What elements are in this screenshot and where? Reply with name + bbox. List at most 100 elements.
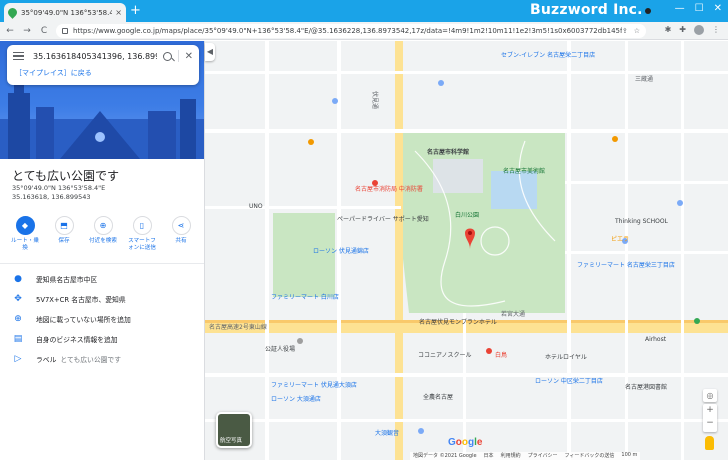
region-link[interactable]: 日本 (484, 452, 494, 460)
back-button[interactable]: ← (3, 26, 17, 36)
add-place-icon: ⊕ (14, 314, 22, 324)
url-text[interactable]: https://www.google.co.jp/maps/place/35°0… (73, 27, 622, 35)
coords-decimal: 35.163618, 136.899543 (12, 193, 91, 201)
address-row[interactable]: ● 愛知県名古屋市中区 (0, 269, 204, 289)
museum-building (491, 171, 537, 209)
map-label-science-museum: 名古屋市科学館 (427, 148, 469, 156)
map-label-zennoh: 全農名古屋 (423, 393, 453, 401)
map-label-hotel-royal: ホテルロイヤル (545, 354, 587, 361)
fushimi-dori-road (395, 41, 403, 460)
label-row[interactable]: ▷ ラベル とても広い公園です (0, 349, 204, 369)
street-view-pegman-icon[interactable] (705, 436, 714, 450)
map-label-fushimi: 伏見通 (371, 91, 379, 109)
scale-bar[interactable]: 100 m (621, 452, 637, 460)
pin-icon: ● (14, 274, 22, 284)
map-footer: 地図データ ©2021 Google 日本 利用規約 プライバシー フィードバッ… (410, 452, 641, 460)
zoom-controls: + − (703, 404, 717, 432)
new-tab-button[interactable]: + (130, 4, 141, 18)
record-indicator-icon (645, 8, 651, 14)
satellite-layer-label: 航空写真 (220, 438, 243, 444)
bookmark-star-icon[interactable]: ☆ (634, 27, 640, 35)
map-drawing[interactable]: 名古屋市科学館 白川公園 名古屋市美術館 若宮大通 名古屋高速2号東山線 伏見通… (205, 41, 728, 460)
browser-tab-bar: 35°09'49.0"N 136°53'58.4"E - Go × + Buzz… (0, 0, 728, 22)
map-label-expressway: 名古屋高速2号東山線 (209, 323, 267, 331)
omnibox-icons: ⇪ ☆ (622, 27, 640, 35)
directions-button[interactable]: ◆ ルート・乗換 (8, 216, 42, 252)
map-label-art-museum: 名古屋市美術館 (503, 167, 545, 175)
map-canvas[interactable]: 名古屋市科学館 白川公園 名古屋市美術館 若宮大通 名古屋高速2号東山線 伏見通… (205, 41, 728, 460)
collapse-panel-button[interactable]: ◀ (205, 43, 215, 61)
add-business-row[interactable]: ▤ 自身のビジネス情報を追加 (0, 329, 204, 349)
send-to-phone-label: スマートフ ォンに送信 (128, 238, 156, 251)
search-icon[interactable] (162, 51, 172, 61)
google-logo: Google (448, 437, 482, 448)
map-label-familymart-sakae: ファミリーマート 名古屋栄三丁目店 (577, 261, 675, 269)
nearby-label: 付近を検索 (89, 238, 117, 244)
hamburger-menu-icon[interactable] (13, 52, 24, 60)
map-label-airhost: Airhost (645, 336, 667, 343)
place-actions: ◆ ルート・乗換 ⬒ 保存 ⊕ 付近を検索 ▯ スマートフ ォンに送信 ⋖ 共有 (8, 216, 198, 252)
address-text: 愛知県名古屋市中区 (36, 276, 98, 284)
kebab-menu-icon[interactable]: ⋮ (712, 25, 720, 35)
search-input[interactable]: 35.163618405341396, 136.899543 (33, 52, 157, 61)
bookmark-icon: ⬒ (54, 216, 74, 235)
privacy-link[interactable]: プライバシー (528, 452, 558, 460)
terms-link[interactable]: 利用規約 (501, 452, 521, 460)
my-location-button[interactable]: ◎ (703, 389, 717, 402)
reload-button[interactable]: C (37, 26, 51, 36)
map-label-uno: UNO (249, 203, 263, 210)
share-label: 共有 (175, 238, 187, 244)
forward-button[interactable]: → (20, 26, 34, 36)
google-logo-letter: G (448, 437, 456, 448)
google-logo-letter: e (476, 437, 483, 448)
map-label-piera: ピエラ (611, 236, 629, 243)
science-museum-building (433, 159, 483, 193)
map-label-library: 名古屋港図書館 (625, 383, 667, 391)
satellite-layer-button[interactable]: 航空写真 (216, 412, 252, 448)
search-box: 35.163618405341396, 136.899543 ✕ ［マイプレイス… (7, 45, 199, 85)
map-label-school: ココニアノスクール (418, 352, 471, 359)
extension-icon[interactable]: ✱ (665, 25, 672, 35)
lock-icon (62, 28, 68, 34)
extension-icons: ✱ ✚ ⋮ (665, 25, 720, 35)
send-to-phone-button[interactable]: ▯ スマートフ ォンに送信 (125, 216, 159, 252)
plus-code-text: 5V7X+CR 名古屋市、愛知県 (36, 296, 126, 304)
feedback-link[interactable]: フィードバックの送信 (564, 452, 614, 460)
add-missing-place-row[interactable]: ⊕ 地図に載っていない場所を追加 (0, 309, 204, 329)
close-icon[interactable]: ✕ (185, 51, 193, 62)
back-to-my-places-link[interactable]: ［マイプレイス］に戻る (7, 68, 199, 78)
map-label-osu-kannon: 大須観音 (375, 429, 399, 437)
share-button[interactable]: ⋖ 共有 (164, 216, 198, 252)
directions-label: ルート・乗換 (11, 238, 39, 251)
nearby-button[interactable]: ⊕ 付近を検索 (86, 216, 120, 252)
share-icon: ⋖ (171, 216, 191, 235)
puzzle-icon[interactable]: ✚ (679, 25, 686, 35)
zoom-out-button[interactable]: − (703, 417, 717, 430)
save-label: 保存 (58, 238, 70, 244)
map-label-lawson: ローソン 伏見通錦店 (313, 247, 369, 255)
save-button[interactable]: ⬒ 保存 (47, 216, 81, 252)
map-label-hotel: 名古屋伏見モンブランホテル (419, 318, 497, 326)
plus-code-row[interactable]: ✥ 5V7X+CR 名古屋市、愛知県 (0, 289, 204, 309)
label-value: とても広い公園です (60, 356, 122, 364)
close-window-button[interactable]: ✕ (714, 3, 722, 14)
tab-close-icon[interactable]: × (115, 8, 122, 17)
minimize-button[interactable]: — (675, 3, 685, 14)
browser-tab[interactable]: 35°09'49.0"N 136°53'58.4"E - Go × (4, 3, 126, 22)
address-bar[interactable]: https://www.google.co.jp/maps/place/35°0… (56, 24, 646, 38)
add-missing-place-text: 地図に載っていない場所を追加 (36, 316, 131, 324)
zoom-in-button[interactable]: + (703, 404, 717, 417)
place-title: とても広い公園です (12, 169, 120, 183)
maximize-button[interactable]: ☐ (695, 3, 704, 14)
add-business-text: 自身のビジネス情報を追加 (36, 336, 118, 344)
phone-icon: ▯ (132, 216, 152, 235)
map-data-attribution: 地図データ ©2021 Google (413, 453, 477, 459)
profile-avatar[interactable] (694, 25, 704, 35)
map-label-familymart-shirakawa: ファミリーマート 白川店 (271, 293, 339, 301)
map-label-shirakawa-park: 白川公園 (455, 211, 479, 219)
map-label-familymart-osu: ファミリーマート 伏見通大須店 (271, 381, 357, 389)
tab-title: 35°09'49.0"N 136°53'58.4"E - Go (21, 8, 113, 17)
share-page-icon[interactable]: ⇪ (622, 27, 628, 35)
map-label-lawson-osu: ローソン 大須通店 (271, 395, 321, 403)
map-label-sanzo-dori: 三蔵通 (635, 75, 653, 83)
